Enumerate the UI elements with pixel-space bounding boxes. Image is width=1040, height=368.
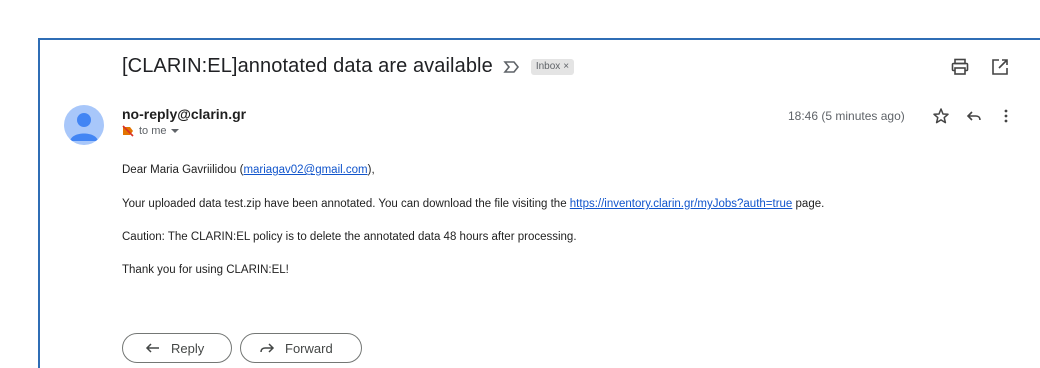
download-line-suffix: page.: [792, 198, 825, 210]
open-in-new-window-icon[interactable]: [990, 57, 1010, 77]
body-caution-line: Caution: The CLARIN:EL policy is to dele…: [122, 231, 577, 243]
avatar-person-icon: [70, 113, 98, 141]
inbox-label-text: Inbox: [535, 61, 561, 72]
inbox-label-chip[interactable]: Inbox ×: [530, 58, 575, 75]
sender-address: no-reply@clarin.gr: [122, 106, 247, 122]
recipient-email-link[interactable]: mariagav02@gmail.com: [243, 164, 367, 176]
print-icon[interactable]: [950, 57, 970, 77]
not-important-tag-icon: [122, 125, 134, 137]
body-download-line: Your uploaded data test.zip have been an…: [122, 198, 824, 210]
forward-icon: [260, 343, 275, 353]
forward-button-label: Forward: [285, 340, 333, 356]
subject-row: [CLARIN:EL]annotated data are available …: [122, 55, 575, 78]
recipient-label: to me: [139, 125, 167, 137]
email-subject: [CLARIN:EL]annotated data are available: [122, 55, 493, 77]
download-line-prefix: Your uploaded data test.zip have been an…: [122, 198, 570, 210]
reply-icon[interactable]: [965, 107, 983, 125]
greeting-prefix: Dear Maria Gavriilidou (: [122, 164, 244, 176]
body-greeting: Dear Maria Gavriilidou (mariagav02@gmail…: [122, 164, 375, 176]
importance-marker-icon[interactable]: [503, 59, 521, 75]
recipient-row[interactable]: to me: [122, 125, 179, 137]
reply-button-label: Reply: [171, 340, 205, 356]
remove-label-button[interactable]: ×: [563, 61, 569, 72]
avatar[interactable]: [64, 105, 104, 145]
chevron-down-icon[interactable]: [170, 129, 179, 133]
more-vert-icon[interactable]: [997, 107, 1015, 125]
reply-icon: [145, 343, 159, 353]
star-icon[interactable]: [932, 107, 950, 125]
body-thanks-line: Thank you for using CLARIN:EL!: [122, 264, 289, 276]
message-timestamp: 18:46 (5 minutes ago): [788, 109, 905, 123]
download-page-link[interactable]: https://inventory.clarin.gr/myJobs?auth=…: [570, 198, 793, 210]
greeting-suffix: ),: [367, 164, 375, 176]
